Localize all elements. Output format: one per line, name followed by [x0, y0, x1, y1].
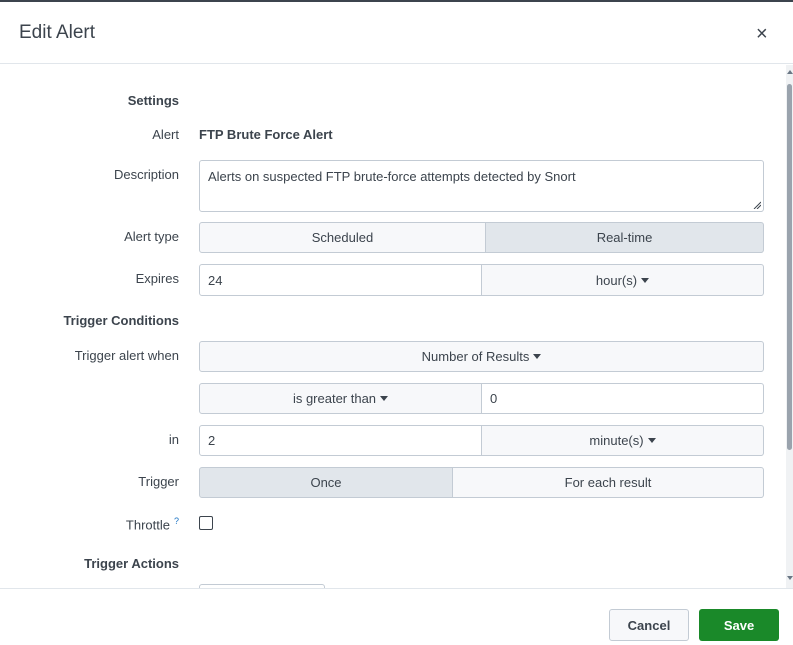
throttle-label-row: Throttle?: [0, 516, 179, 532]
throttle-label: Throttle: [125, 517, 170, 533]
comparison-dropdown[interactable]: is greater than: [199, 383, 482, 414]
in-unit-label: minute(s): [589, 433, 644, 448]
threshold-value: 0: [490, 391, 498, 406]
section-trigger-conditions: Trigger Conditions: [63, 313, 179, 328]
in-value: 2: [208, 433, 216, 448]
description-text: Alerts on suspected FTP brute-force atte…: [208, 169, 576, 184]
dialog-header: Edit Alert ×: [0, 2, 793, 64]
section-trigger-actions: Trigger Actions: [84, 556, 179, 571]
caret-down-icon: [641, 277, 650, 283]
help-icon[interactable]: ?: [174, 516, 179, 526]
comparison-value: is greater than: [292, 391, 377, 406]
section-settings: Settings: [127, 93, 179, 108]
expires-unit-label: hour(s): [595, 272, 638, 288]
trigger-each-result-button[interactable]: For each result: [452, 467, 764, 498]
alert-type-scheduled-label: Scheduled: [311, 230, 374, 245]
expires-input[interactable]: 24: [199, 264, 482, 296]
alert-type-scheduled-button[interactable]: Scheduled: [199, 222, 486, 253]
caret-down-icon: [533, 354, 542, 359]
save-button[interactable]: Save: [699, 609, 779, 641]
expires-label: Expires: [135, 271, 179, 286]
trigger-once-label: Once: [310, 475, 342, 490]
dialog-title: Edit Alert: [19, 22, 96, 43]
trigger-when-value: Number of Results: [421, 349, 530, 364]
alert-name: FTP Brute Force Alert: [199, 127, 333, 142]
alert-type-label: Alert type: [124, 229, 179, 244]
throttle-checkbox[interactable]: [199, 516, 213, 530]
threshold-input[interactable]: 0: [481, 383, 764, 414]
caret-down-icon: [380, 396, 389, 401]
trigger-when-label: Trigger alert when: [74, 348, 179, 363]
trigger-label: Trigger: [138, 474, 179, 489]
trigger-each-result-label: For each result: [564, 475, 652, 490]
in-label: in: [168, 432, 179, 447]
trigger-once-button[interactable]: Once: [199, 467, 453, 498]
expires-value: 24: [208, 272, 223, 288]
scroll-down-icon[interactable]: [787, 576, 793, 580]
close-icon[interactable]: ×: [756, 24, 768, 44]
trigger-when-dropdown[interactable]: Number of Results: [199, 341, 764, 372]
alert-type-realtime-label: Real-time: [596, 230, 653, 245]
in-unit-dropdown[interactable]: minute(s): [481, 425, 764, 456]
in-input[interactable]: 2: [199, 425, 482, 456]
expires-unit-dropdown[interactable]: hour(s): [481, 264, 764, 296]
dialog-body: Settings Alert FTP Brute Force Alert Des…: [0, 65, 786, 588]
resize-grip-icon[interactable]: [753, 201, 761, 209]
scrollbar-thumb[interactable]: [787, 84, 792, 450]
alert-type-realtime-button[interactable]: Real-time: [485, 222, 764, 253]
description-textarea[interactable]: Alerts on suspected FTP brute-force atte…: [199, 160, 764, 212]
scroll-up-icon[interactable]: [787, 70, 793, 74]
description-label: Description: [113, 167, 179, 182]
cancel-button[interactable]: Cancel: [609, 609, 689, 641]
alert-label: Alert: [152, 127, 179, 142]
caret-down-icon: [647, 438, 656, 443]
